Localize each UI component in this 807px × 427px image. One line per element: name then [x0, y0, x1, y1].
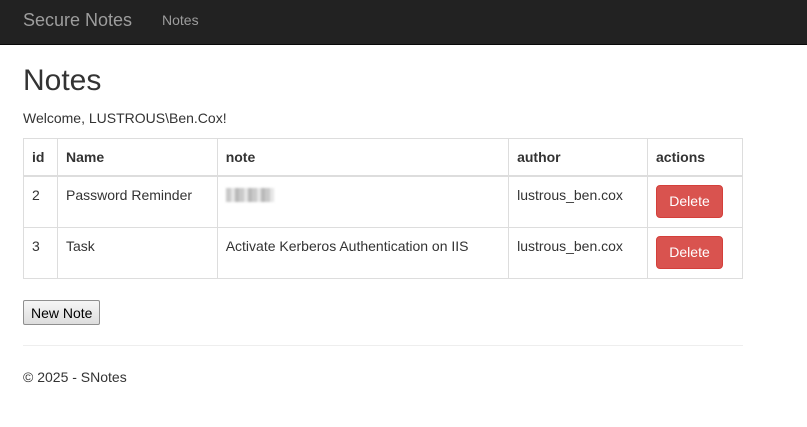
delete-button[interactable]: Delete	[656, 185, 724, 218]
table-header-row: id Name note author actions	[23, 138, 743, 177]
column-header-note: note	[216, 138, 510, 177]
redacted-note	[225, 188, 274, 202]
nav-link-notes[interactable]: Notes	[162, 12, 199, 28]
column-header-id: id	[23, 138, 58, 177]
top-navbar: Secure Notes Notes	[0, 0, 807, 45]
cell-name: Password Reminder	[56, 175, 218, 228]
cell-name: Task	[56, 226, 218, 279]
cell-id: 2	[23, 175, 58, 228]
column-header-author: author	[508, 138, 649, 177]
cell-note: Activate Kerberos Authentication on IIS	[216, 226, 510, 279]
cell-author: lustrous_ben.cox	[508, 175, 649, 228]
cell-actions: Delete	[647, 175, 743, 228]
cell-id: 3	[23, 226, 58, 279]
new-note-button[interactable]: New Note	[23, 300, 101, 325]
table-row: 2 Password Reminder lustrous_ben.cox Del…	[23, 175, 743, 228]
cell-author: lustrous_ben.cox	[508, 226, 649, 279]
page-title: Notes	[23, 64, 102, 97]
footer-divider	[23, 345, 743, 346]
column-header-name: Name	[56, 138, 218, 177]
column-header-actions: actions	[647, 138, 743, 177]
cell-actions: Delete	[647, 226, 743, 279]
delete-button[interactable]: Delete	[656, 235, 724, 269]
welcome-message: Welcome, LUSTROUS\Ben.Cox!	[23, 110, 227, 126]
notes-table: id Name note author actions 2 Password R…	[23, 138, 743, 279]
footer-text: © 2025 - SNotes	[23, 369, 127, 385]
table-row: 3 Task Activate Kerberos Authentication …	[23, 226, 743, 279]
brand-link[interactable]: Secure Notes	[23, 10, 132, 30]
cell-note	[216, 175, 510, 228]
